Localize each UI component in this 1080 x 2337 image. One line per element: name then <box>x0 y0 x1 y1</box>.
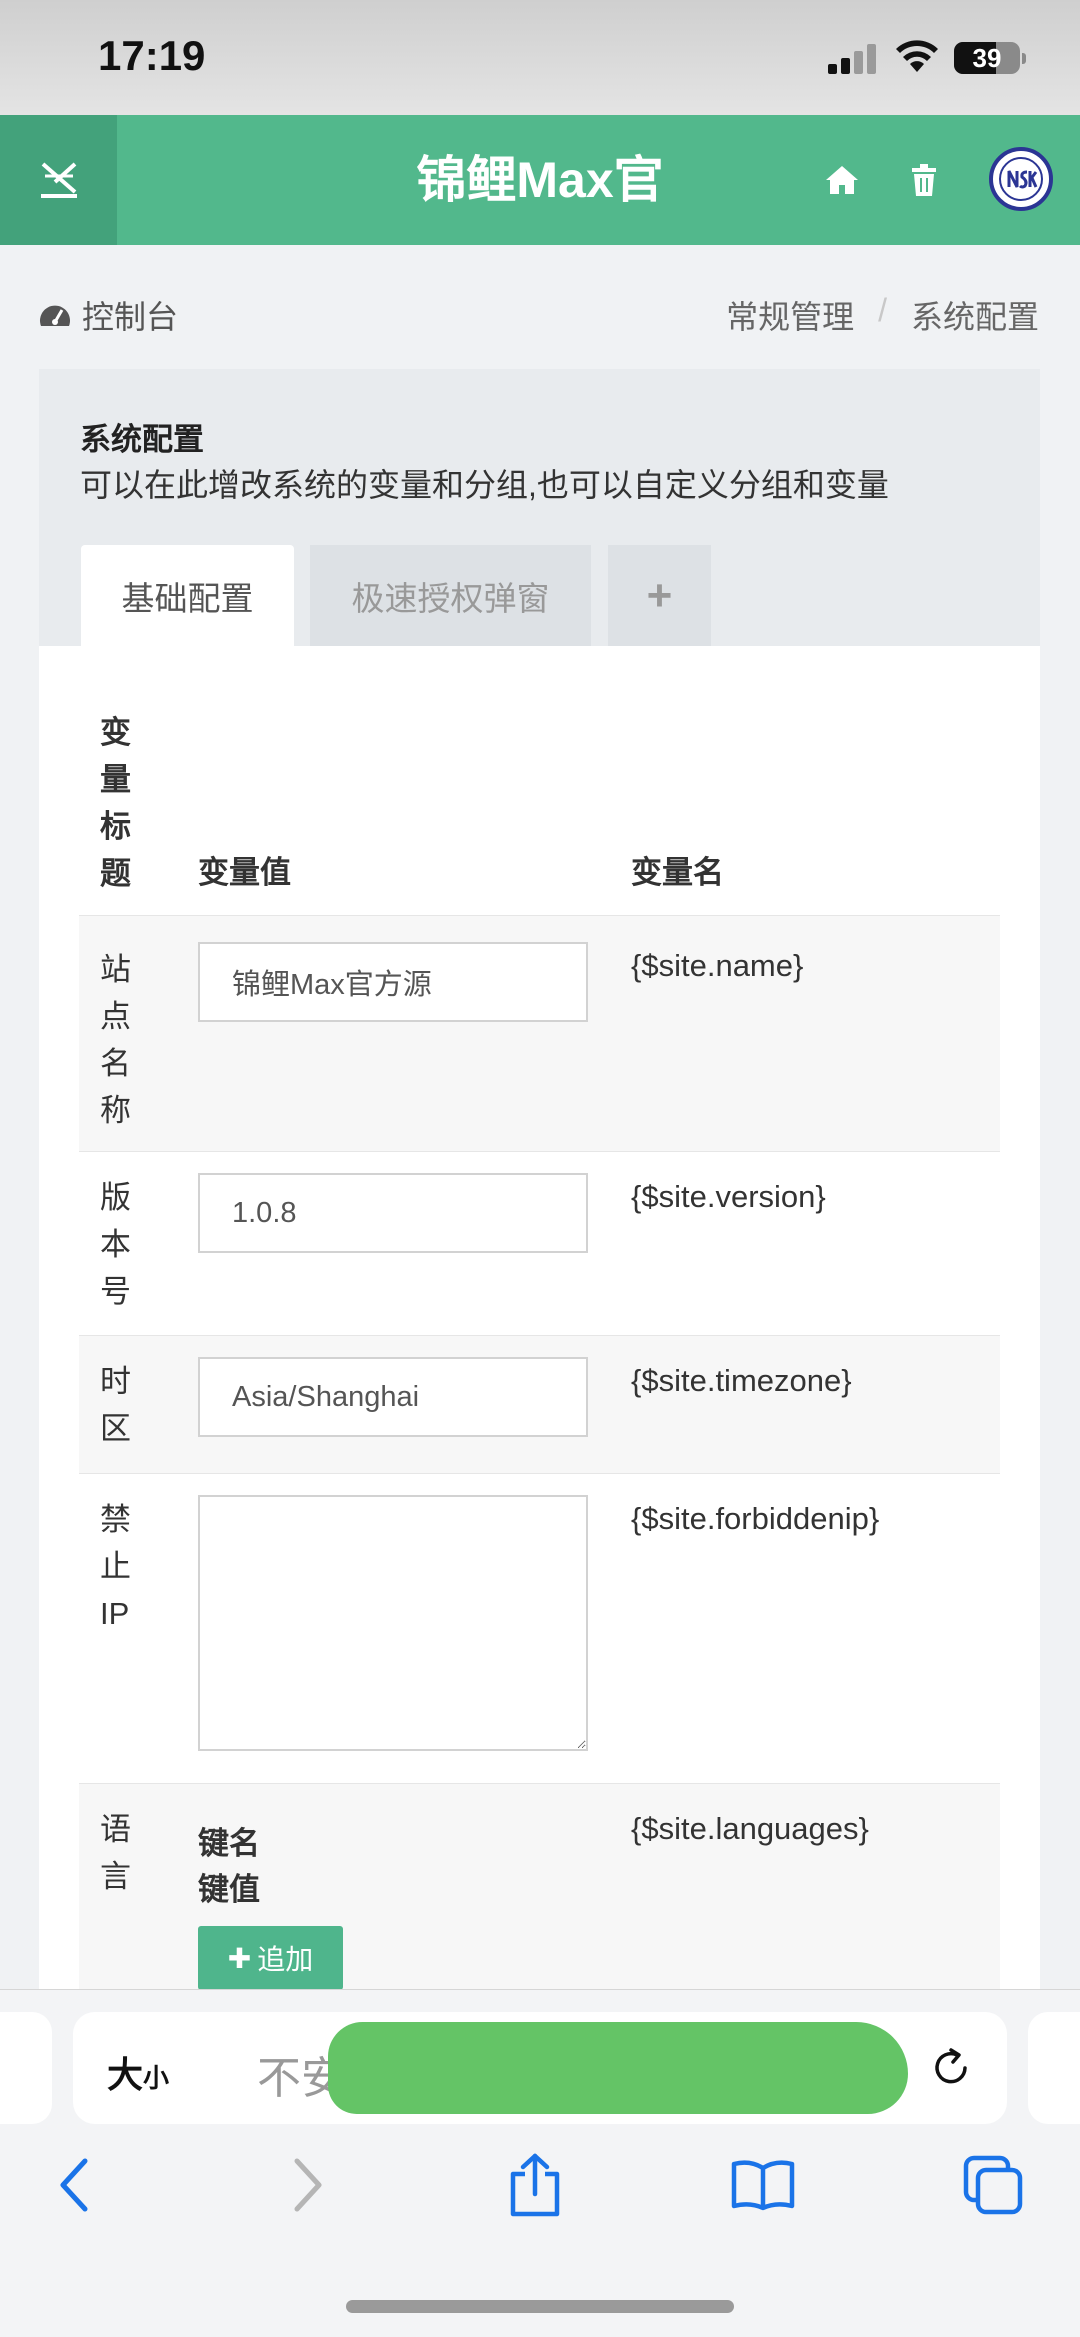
trash-icon[interactable] <box>904 160 944 200</box>
variable-name: {$site.version} <box>631 1179 826 1214</box>
column-header-value: 变量值 <box>198 855 291 890</box>
app-title: 锦鲤Max官 <box>416 152 664 208</box>
breadcrumb-row: 控制台 常规管理 / 系统配置 <box>0 270 1080 350</box>
breadcrumb-item-general[interactable]: 常规管理 <box>726 292 854 338</box>
append-button-label: 追加 <box>257 1944 314 1975</box>
variable-name: {$site.name} <box>631 948 804 983</box>
table-row: 禁止IP {$site.forbiddenip} <box>79 1473 1000 1783</box>
breadcrumb: 常规管理 / 系统配置 <box>726 292 1039 338</box>
battery-icon: 39 <box>954 42 1026 74</box>
table-row: 版本号 {$site.version} <box>79 1151 1000 1335</box>
sidebar-toggle-button[interactable] <box>0 115 117 245</box>
status-bar: 17:19 39 <box>0 0 1080 115</box>
panel-description: 可以在此增改系统的变量和分组,也可以自定义分组和变量 <box>80 467 889 503</box>
version-input[interactable] <box>198 1173 588 1253</box>
breadcrumb-separator: / <box>878 292 887 328</box>
dashboard-link[interactable]: 控制台 <box>38 292 178 338</box>
panel-header: 系统配置 可以在此增改系统的变量和分组,也可以自定义分组和变量 基础配置 极速授… <box>39 369 1040 646</box>
variable-name: {$site.forbiddenip} <box>631 1501 880 1536</box>
table-row: 站点名称 {$site.name} <box>79 915 1000 1151</box>
back-button[interactable] <box>40 2150 110 2220</box>
bookmarks-button[interactable] <box>728 2150 798 2220</box>
row-label: 站点名称 <box>100 952 131 1128</box>
row-label: 时区 <box>100 1364 131 1446</box>
row-label: 语言 <box>100 1812 131 1894</box>
column-header-title: 变量标题 <box>100 715 131 891</box>
plus-icon: ✚ <box>227 1942 252 1974</box>
reload-icon[interactable] <box>929 2046 973 2090</box>
add-tab-button[interactable]: + <box>608 545 711 646</box>
next-tab-preview[interactable] <box>1028 2012 1080 2124</box>
table-row: 语言 键名 键值 ✚ 追加 {$site.languages} <box>79 1783 1000 1989</box>
variable-name: {$site.languages} <box>631 1811 869 1846</box>
status-time: 17:19 <box>98 32 206 79</box>
key-name-label: 键名 <box>198 1826 260 1861</box>
home-icon[interactable] <box>822 160 862 200</box>
tab-basic-config[interactable]: 基础配置 <box>81 545 294 646</box>
text-size-large: 大 <box>107 2054 144 2095</box>
tabs-button[interactable] <box>958 2150 1028 2220</box>
breadcrumb-item-system-config: 系统配置 <box>910 299 1039 335</box>
previous-tab-preview[interactable] <box>0 2012 52 2124</box>
cellular-signal-icon <box>828 42 878 74</box>
row-label: 禁止IP <box>100 1502 131 1631</box>
forbidden-ip-textarea[interactable] <box>198 1495 588 1751</box>
address-bar[interactable]: 大小 不安 <box>73 2012 1007 2124</box>
share-icon <box>510 2153 560 2217</box>
text-size-small: 小 <box>143 2063 170 2093</box>
timezone-input[interactable] <box>198 1357 588 1437</box>
panel-title: 系统配置 <box>80 422 204 457</box>
top-navbar: 锦鲤Max官 <box>0 115 1080 245</box>
key-value-label: 键值 <box>198 1872 260 1907</box>
avatar-logo-icon <box>999 157 1043 201</box>
battery-level: 39 <box>972 43 1002 73</box>
user-avatar[interactable] <box>989 147 1053 211</box>
forward-button[interactable] <box>272 2150 342 2220</box>
back-arrow-icon <box>60 2158 88 2212</box>
tab-quick-auth-popup[interactable]: 极速授权弹窗 <box>310 545 591 646</box>
forward-arrow-icon <box>294 2158 322 2212</box>
dashboard-gauge-icon <box>40 305 70 326</box>
dashboard-label: 控制台 <box>82 299 179 335</box>
tabs-icon <box>963 2155 1023 2215</box>
wifi-icon <box>896 40 938 72</box>
site-name-input[interactable] <box>198 942 588 1022</box>
redaction-mark <box>328 2022 908 2114</box>
append-button[interactable]: ✚ 追加 <box>198 1926 343 1989</box>
book-icon <box>731 2160 795 2211</box>
sidebar-toggle-icon <box>40 162 77 198</box>
table-row: 时区 {$site.timezone} <box>79 1335 1000 1473</box>
home-indicator[interactable] <box>346 2300 734 2313</box>
text-size-button[interactable]: 大小 <box>107 2046 169 2098</box>
column-header-name: 变量名 <box>631 855 724 890</box>
variable-name: {$site.timezone} <box>631 1363 852 1398</box>
share-button[interactable] <box>500 2150 570 2220</box>
browser-toolbar: 大小 不安 <box>0 1989 1080 2337</box>
row-label: 版本号 <box>100 1180 131 1309</box>
